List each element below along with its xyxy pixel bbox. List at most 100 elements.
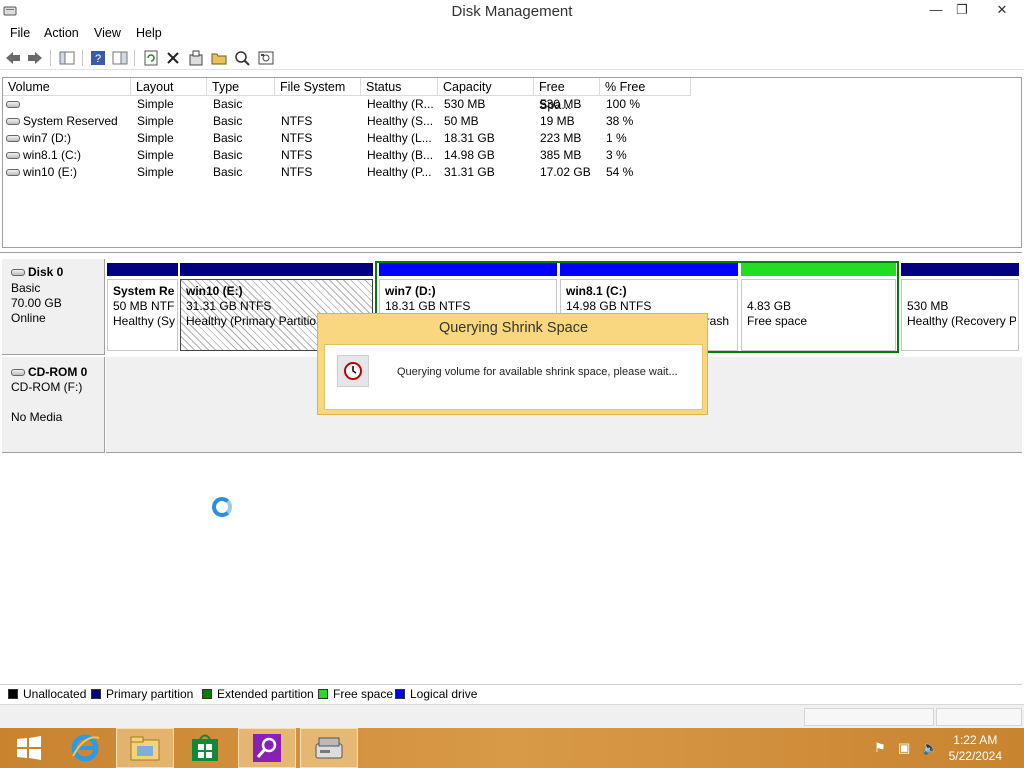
volume-icon [6, 152, 20, 160]
partition-system-reserved[interactable]: System Re 50 MB NTF Healthy (Sy [107, 263, 178, 351]
help-icon[interactable]: ? [89, 49, 107, 67]
status-cell: Healthy (S... [367, 114, 434, 128]
table-row[interactable]: win7 (D:) Simple Basic NTFS Healthy (L..… [3, 130, 1021, 147]
column-header-layout[interactable]: Layout [131, 78, 207, 96]
store-icon [192, 734, 218, 761]
cdrom-name: CD-ROM 0 [28, 365, 88, 379]
dialog-title: Querying Shrink Space [438, 320, 589, 336]
minimize-button[interactable]: — [922, 0, 950, 22]
properties-icon[interactable] [187, 49, 205, 67]
refresh-icon[interactable] [142, 49, 160, 67]
column-header-type[interactable]: Type [207, 78, 275, 96]
cdrom-icon [11, 369, 25, 377]
volume-name: win10 (E:) [23, 165, 78, 179]
fs-cell: NTFS [281, 131, 313, 145]
search-app-button[interactable] [238, 728, 296, 768]
volume-icon [6, 118, 20, 126]
menu-help[interactable]: Help [136, 26, 162, 40]
partition-free-space[interactable]: 4.83 GB Free space [741, 263, 896, 351]
toolbar: ? [0, 46, 1024, 70]
forward-icon[interactable] [26, 49, 44, 67]
volume-icon [6, 101, 20, 109]
partition-color-bar [180, 263, 373, 276]
type-cell: Basic [213, 97, 243, 111]
volume-muted-icon[interactable]: 🔈 [922, 740, 938, 756]
legend-logical-drive: Logical drive [395, 687, 477, 701]
start-button[interactable] [0, 728, 58, 768]
svg-text:?: ? [95, 53, 101, 65]
menu-action[interactable]: Action [44, 26, 79, 40]
back-icon[interactable] [4, 49, 22, 67]
cdrom-drive: CD-ROM (F:) [11, 380, 83, 394]
explore-icon[interactable] [233, 49, 251, 67]
partition-status: Healthy (Recovery P [907, 314, 1016, 328]
partition-color-bar [560, 263, 738, 276]
properties-pane-icon[interactable] [111, 49, 129, 67]
table-row[interactable]: System Reserved Simple Basic NTFS Health… [3, 113, 1021, 130]
menu-view[interactable]: View [94, 26, 121, 40]
status-segment [804, 708, 934, 726]
column-header-free-space[interactable]: Free Spa... [534, 78, 600, 112]
column-header-percent-free[interactable]: % Free [600, 78, 691, 96]
busy-cursor-icon [212, 497, 232, 517]
partition-color-bar [741, 263, 896, 276]
menu-file[interactable]: File [10, 26, 30, 40]
partition-name: win8.1 (C:) [566, 284, 627, 298]
internet-explorer-button[interactable] [56, 728, 114, 768]
legend-extended-partition: Extended partition [202, 687, 314, 701]
status-cell: Healthy (P... [367, 165, 432, 179]
delete-icon[interactable] [164, 49, 182, 67]
internet-explorer-icon [71, 734, 100, 762]
percent-free-cell: 100 % [606, 97, 641, 111]
percent-free-cell: 54 % [606, 165, 634, 179]
free-space-cell: 530 MB [540, 97, 582, 111]
close-button[interactable]: ✕ [982, 0, 1022, 22]
partition-status: Healthy (Sy [113, 314, 175, 328]
rescan-disks-icon[interactable] [257, 49, 275, 67]
legend-unallocated: Unallocated [8, 687, 86, 701]
restore-button[interactable]: ❐ [948, 0, 976, 22]
partition-size: 31.31 GB NTFS [186, 299, 272, 313]
partition-status: rash [705, 314, 729, 328]
partition-name: win10 (E:) [186, 284, 243, 298]
status-bar [0, 704, 1024, 728]
free-space-cell: 17.02 GB [540, 165, 591, 179]
column-header-status[interactable]: Status [361, 78, 438, 96]
volume-icon [6, 135, 20, 143]
volume-icon [6, 169, 20, 177]
table-row[interactable]: win10 (E:) Simple Basic NTFS Healthy (P.… [3, 164, 1021, 181]
disk-0-label[interactable]: Disk 0 Basic 70.00 GB Online [2, 259, 105, 355]
disk-size: 70.00 GB [11, 296, 62, 310]
layout-cell: Simple [137, 148, 174, 162]
column-header-file-system[interactable]: File System [275, 78, 361, 96]
column-header-capacity[interactable]: Capacity [438, 78, 534, 96]
partition-color-bar [379, 263, 557, 276]
free-space-cell: 385 MB [540, 148, 582, 162]
table-row[interactable]: win8.1 (C:) Simple Basic NTFS Healthy (B… [3, 147, 1021, 164]
percent-free-cell: 1 % [606, 131, 627, 145]
layout-cell: Simple [137, 114, 174, 128]
column-header-volume[interactable]: Volume [3, 78, 131, 96]
partition-recovery[interactable]: 530 MB Healthy (Recovery P [901, 263, 1019, 351]
clock-icon [337, 355, 369, 387]
disk-type: Basic [11, 281, 41, 295]
capacity-cell: 50 MB [444, 114, 479, 128]
network-icon[interactable]: ▣ [898, 740, 910, 756]
system-clock[interactable]: 1:22 AM 5/22/2024 [949, 732, 1002, 764]
table-row[interactable]: Simple Basic Healthy (R... 530 MB 530 MB… [3, 96, 1021, 113]
clock-date: 5/22/2024 [948, 749, 1002, 763]
taskbar: ⚑ ▣ 🔈 1:22 AM 5/22/2024 [0, 728, 1024, 768]
capacity-cell: 14.98 GB [444, 148, 495, 162]
disk-management-taskbar-button[interactable] [300, 728, 358, 768]
cdrom-0-label[interactable]: CD-ROM 0 CD-ROM (F:) No Media [2, 357, 105, 453]
open-folder-icon[interactable] [210, 49, 228, 67]
cdrom-media: No Media [11, 410, 63, 424]
capacity-cell: 530 MB [444, 97, 486, 111]
action-center-flag-icon[interactable]: ⚑ [874, 740, 886, 756]
console-tree-icon[interactable] [58, 49, 76, 67]
legend-primary-partition: Primary partition [91, 687, 193, 701]
partition-size: 50 MB NTF [113, 299, 175, 313]
store-button[interactable] [176, 728, 234, 768]
file-explorer-button[interactable] [116, 728, 174, 768]
capacity-cell: 18.31 GB [444, 131, 495, 145]
